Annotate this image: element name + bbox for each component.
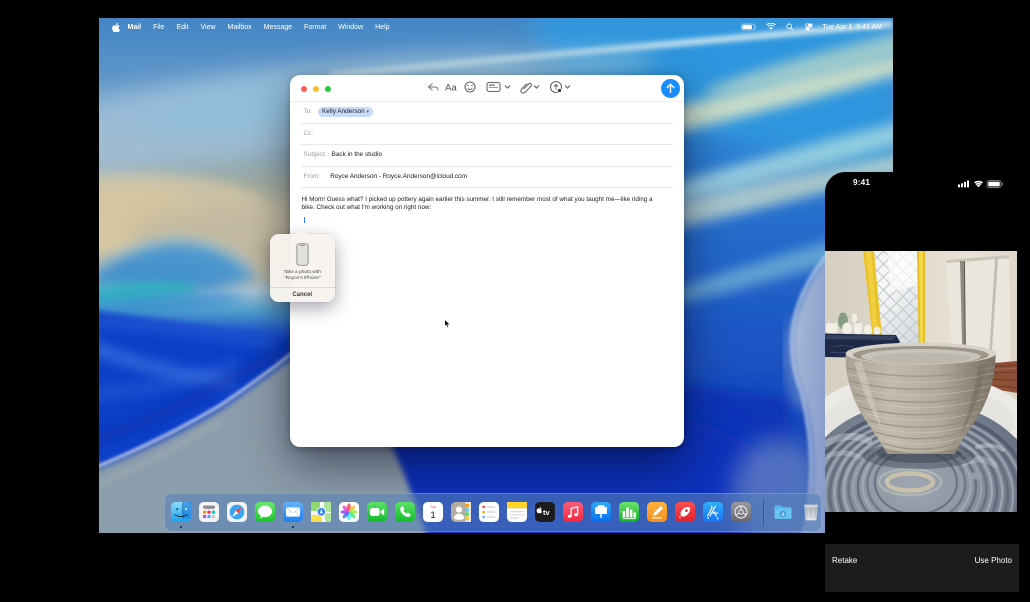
svg-text:Tue: Tue — [430, 505, 436, 509]
svg-text:Aa: Aa — [445, 83, 457, 94]
svg-text:1: 1 — [430, 510, 435, 521]
svg-text:tv: tv — [543, 508, 550, 517]
